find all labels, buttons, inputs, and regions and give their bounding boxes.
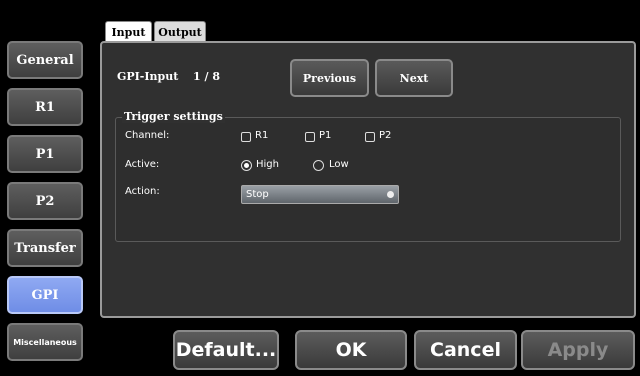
chevron-down-icon — [387, 191, 394, 198]
previous-button[interactable]: Previous — [290, 59, 369, 97]
tab-input[interactable]: Input — [105, 21, 152, 42]
active-low-radio[interactable] — [313, 160, 324, 171]
cancel-button[interactable]: Cancel — [414, 330, 517, 370]
next-button[interactable]: Next — [375, 59, 453, 97]
active-high-label: High — [256, 159, 279, 170]
sidebar-item-p2[interactable]: P2 — [7, 182, 83, 220]
channel-r1-checkbox[interactable] — [241, 132, 251, 142]
active-high-radio[interactable] — [241, 160, 252, 171]
action-select[interactable]: Stop — [241, 185, 399, 204]
sidebar-item-p1[interactable]: P1 — [7, 135, 83, 173]
channel-p1-label: P1 — [319, 130, 332, 141]
sidebar-item-r1[interactable]: R1 — [7, 88, 83, 126]
sidebar-item-miscellaneous[interactable]: Miscellaneous — [7, 323, 83, 361]
action-select-value: Stop — [246, 189, 269, 200]
radio-selected-dot — [244, 163, 249, 168]
default-button[interactable]: Default... — [173, 330, 279, 370]
gpi-input-counter: 1 / 8 — [193, 70, 220, 83]
apply-button[interactable]: Apply — [521, 330, 635, 370]
channel-p2-label: P2 — [379, 130, 392, 141]
trigger-settings-title: Trigger settings — [122, 110, 225, 123]
channel-r1-label: R1 — [255, 130, 269, 141]
ok-button[interactable]: OK — [295, 330, 407, 370]
channel-p1-checkbox[interactable] — [305, 132, 315, 142]
gpi-input-label: GPI-Input — [117, 70, 179, 83]
action-label: Action: — [125, 186, 160, 197]
channel-p2-checkbox[interactable] — [365, 132, 375, 142]
channel-label: Channel: — [125, 130, 170, 141]
active-label: Active: — [125, 159, 160, 170]
active-low-label: Low — [329, 159, 349, 170]
tab-output[interactable]: Output — [154, 21, 206, 42]
sidebar-item-general[interactable]: General — [7, 41, 83, 79]
sidebar-item-transfer[interactable]: Transfer — [7, 229, 83, 267]
sidebar-item-gpi[interactable]: GPI — [7, 276, 83, 314]
